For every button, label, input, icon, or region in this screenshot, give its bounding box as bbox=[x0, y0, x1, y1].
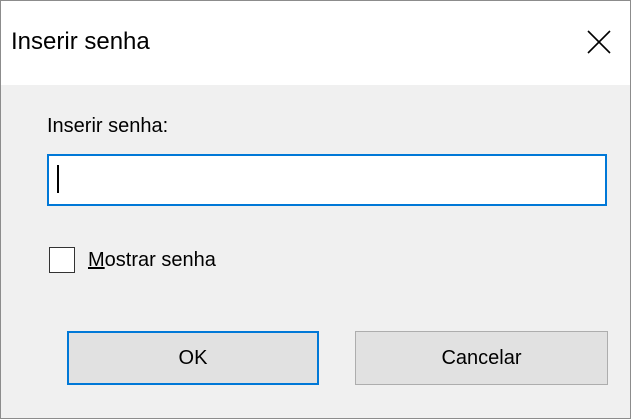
text-caret bbox=[57, 165, 59, 193]
window-title: Inserir senha bbox=[11, 28, 150, 55]
close-button[interactable] bbox=[574, 18, 624, 66]
show-password-checkbox[interactable] bbox=[49, 247, 75, 273]
close-icon bbox=[587, 30, 611, 54]
password-dialog: Inserir senha Inserir senha: Mostrar sen… bbox=[0, 0, 631, 419]
show-password-label-rest: ostrar senha bbox=[104, 248, 216, 271]
show-password-option[interactable]: Mostrar senha bbox=[49, 245, 216, 275]
show-password-mnemonic: M bbox=[88, 248, 105, 271]
ok-button[interactable]: OK bbox=[67, 331, 319, 385]
show-password-label: Mostrar senha bbox=[88, 249, 216, 272]
cancel-button[interactable]: Cancelar bbox=[355, 331, 608, 385]
title-bar: Inserir senha bbox=[1, 1, 630, 85]
password-label: Inserir senha: bbox=[47, 115, 169, 137]
password-input[interactable] bbox=[47, 154, 607, 206]
